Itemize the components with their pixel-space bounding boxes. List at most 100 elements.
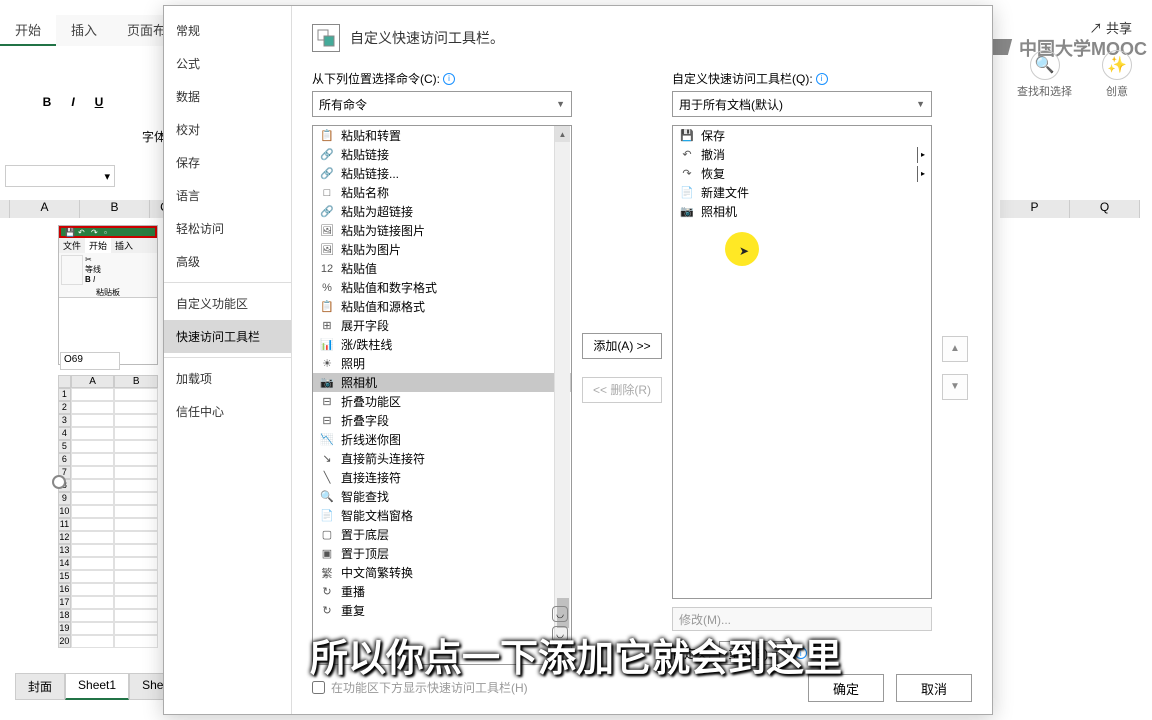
current-qat-list[interactable]: 💾保存↶撤消▸↷恢复▸📄新建文件📷照相机 <box>672 125 932 599</box>
cell[interactable] <box>114 622 158 635</box>
cell[interactable] <box>114 453 158 466</box>
sidebar-item[interactable]: 公式 <box>164 47 291 80</box>
sidebar-item[interactable]: 语言 <box>164 179 291 212</box>
cell[interactable] <box>71 570 115 583</box>
list-item[interactable]: 📉折线迷你图 <box>313 430 571 449</box>
cell[interactable] <box>71 622 115 635</box>
sidebar-item[interactable]: 高级 <box>164 245 291 278</box>
add-button[interactable]: 添加(A) >> <box>582 333 662 359</box>
cell[interactable] <box>114 544 158 557</box>
row-header[interactable]: 2 <box>58 401 71 414</box>
row-header[interactable]: 6 <box>58 453 71 466</box>
row-header[interactable]: 20 <box>58 635 71 648</box>
cell[interactable] <box>71 388 115 401</box>
row-header[interactable]: 5 <box>58 440 71 453</box>
list-item[interactable]: ↘直接箭头连接符 <box>313 449 571 468</box>
cell[interactable] <box>114 609 158 622</box>
list-item[interactable]: ☀照明▶ <box>313 354 571 373</box>
cell[interactable] <box>71 635 115 648</box>
cell[interactable] <box>71 531 115 544</box>
list-item[interactable]: ⊞展开字段 <box>313 316 571 335</box>
cell[interactable] <box>71 414 115 427</box>
cell[interactable] <box>114 427 158 440</box>
scrollbar[interactable]: ▲ ▼ <box>554 126 570 664</box>
scroll-up-button[interactable]: ▲ <box>555 126 570 142</box>
cell[interactable] <box>71 518 115 531</box>
list-item[interactable]: ⊟折叠字段 <box>313 411 571 430</box>
cell[interactable] <box>71 609 115 622</box>
cell[interactable] <box>71 596 115 609</box>
row-header[interactable]: 4 <box>58 427 71 440</box>
cell[interactable] <box>114 401 158 414</box>
list-item[interactable]: 📊涨/跌柱线▶ <box>313 335 571 354</box>
cell-reference-dropdown[interactable]: ▾ <box>5 165 115 187</box>
cell[interactable] <box>71 479 115 492</box>
list-item[interactable]: ↶撤消▸ <box>673 145 931 164</box>
list-item[interactable]: 📋粘贴值和源格式 <box>313 297 571 316</box>
row-header[interactable]: 12 <box>58 531 71 544</box>
cell[interactable] <box>114 596 158 609</box>
available-commands-list[interactable]: 📋粘贴和转置🔗粘贴链接🔗粘贴链接...□粘贴名称🔗粘贴为超链接🖼粘贴为链接图片🖼… <box>312 125 572 665</box>
list-item[interactable]: 🖼粘贴为图片 <box>313 240 571 259</box>
info-icon[interactable]: i <box>816 73 828 85</box>
sheet-tab[interactable]: Sheet1 <box>65 673 129 700</box>
sidebar-item[interactable]: 信任中心 <box>164 395 291 428</box>
cell[interactable] <box>114 557 158 570</box>
remove-button[interactable]: << 删除(R) <box>582 377 662 403</box>
tab-insert[interactable]: 插入 <box>56 15 112 46</box>
move-up-button[interactable]: ▲ <box>942 336 968 362</box>
list-item[interactable]: ▣置于顶层 <box>313 544 571 563</box>
cell[interactable] <box>71 401 115 414</box>
list-item[interactable]: ╲直接连接符 <box>313 468 571 487</box>
tab-home[interactable]: 开始 <box>0 15 56 46</box>
col-header[interactable]: B <box>80 200 150 218</box>
list-item[interactable]: ↷恢复▸ <box>673 164 931 183</box>
list-item[interactable]: ↻重复 <box>313 601 571 620</box>
col-header[interactable]: Q <box>1070 200 1140 218</box>
cell[interactable] <box>114 479 158 492</box>
cell[interactable] <box>114 518 158 531</box>
ideas-control[interactable]: ✨ 创意 <box>1102 50 1132 99</box>
list-item[interactable]: 📷照相机 <box>313 373 571 392</box>
list-item[interactable]: ↻重播 <box>313 582 571 601</box>
underline-button[interactable]: U <box>90 95 108 109</box>
sidebar-item[interactable]: 保存 <box>164 146 291 179</box>
row-header[interactable]: 9 <box>58 492 71 505</box>
cell[interactable] <box>71 453 115 466</box>
cell[interactable] <box>114 414 158 427</box>
col-header[interactable]: P <box>1000 200 1070 218</box>
cell[interactable] <box>71 557 115 570</box>
sidebar-item[interactable]: 常规 <box>164 14 291 47</box>
list-item[interactable]: □粘贴名称 <box>313 183 571 202</box>
list-item[interactable]: 📷照相机 <box>673 202 931 221</box>
row-header[interactable]: 1 <box>58 388 71 401</box>
list-expand-icon[interactable]: ◡ <box>552 606 568 622</box>
row-header[interactable]: 10 <box>58 505 71 518</box>
list-item[interactable]: 繁中文简繁转换 <box>313 563 571 582</box>
italic-button[interactable]: I <box>64 95 82 109</box>
cell[interactable] <box>71 544 115 557</box>
bold-button[interactable]: B <box>38 95 56 109</box>
cell[interactable] <box>114 570 158 583</box>
col-header[interactable]: A <box>10 200 80 218</box>
commands-combo[interactable]: 所有命令 ▼ <box>312 91 572 117</box>
cell[interactable] <box>71 427 115 440</box>
list-item[interactable]: %粘贴值和数字格式 <box>313 278 571 297</box>
list-item[interactable]: 📋粘贴和转置 <box>313 126 571 145</box>
row-header[interactable]: 3 <box>58 414 71 427</box>
show-below-ribbon-checkbox[interactable] <box>312 681 325 694</box>
row-header[interactable]: 17 <box>58 596 71 609</box>
sheet-tab[interactable]: 封面 <box>15 673 65 700</box>
cell[interactable] <box>71 505 115 518</box>
info-icon[interactable]: i <box>443 73 455 85</box>
list-item[interactable]: ▢置于底层 <box>313 525 571 544</box>
cell[interactable] <box>114 492 158 505</box>
cancel-button[interactable]: 取消 <box>896 674 972 702</box>
cell[interactable] <box>71 583 115 596</box>
list-item[interactable]: 💾保存 <box>673 126 931 145</box>
row-header[interactable]: 11 <box>58 518 71 531</box>
cell[interactable] <box>71 466 115 479</box>
list-item[interactable]: 🔗粘贴链接... <box>313 164 571 183</box>
cell[interactable] <box>71 440 115 453</box>
document-combo[interactable]: 用于所有文档(默认) ▼ <box>672 91 932 117</box>
